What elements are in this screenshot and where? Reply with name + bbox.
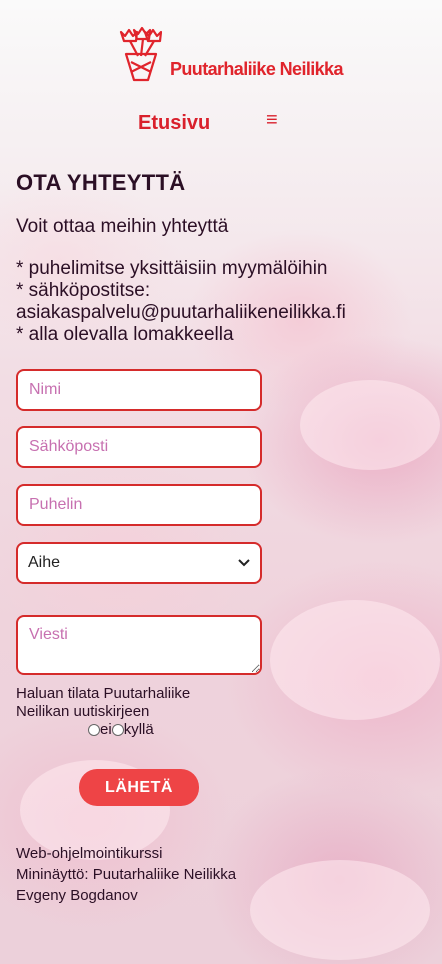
petal-decoration <box>300 380 440 470</box>
contact-way-phone: * puhelimitse yksittäisiin myymälöihin <box>16 258 328 279</box>
petal-decoration <box>270 600 440 720</box>
hamburger-menu-icon[interactable]: ≡ <box>266 110 288 130</box>
submit-button[interactable]: LÄHETÄ <box>79 769 199 806</box>
footer-author: Evgeny Bogdanov <box>16 887 138 904</box>
contact-way-email-address: asiakaspalvelu@puutarhaliikeneilikka.fi <box>16 302 346 323</box>
contact-section: OTA YHTEYTTÄ Voit ottaa meihin yhteyttä … <box>16 170 436 346</box>
footer-course: Web-ohjelmointikurssi <box>16 845 163 862</box>
nav-link-home[interactable]: Etusivu <box>138 112 210 135</box>
contact-way-email-label: * sähköpostitse: <box>16 280 151 301</box>
flower-bouquet-icon <box>119 26 162 82</box>
newsletter-radio-group: ei kyllä <box>88 721 154 738</box>
brand-name[interactable]: Puutarhaliike Neilikka <box>170 59 343 80</box>
site-header: Puutarhaliike Neilikka <box>0 0 442 102</box>
subject-select[interactable]: Aihe <box>16 542 262 584</box>
message-textarea[interactable] <box>16 615 262 675</box>
radio-yes-label: kyllä <box>123 721 154 738</box>
email-input[interactable] <box>16 426 262 468</box>
radio-yes[interactable] <box>111 723 124 736</box>
radio-no-label: ei <box>100 721 112 738</box>
newsletter-label: Haluan tilata Puutarhaliike Neilikan uut… <box>16 685 191 720</box>
footer-project: Mininäyttö: Puutarhaliike Neilikka <box>16 866 237 883</box>
name-input[interactable] <box>16 369 262 411</box>
chevron-down-icon <box>238 559 250 567</box>
petal-decoration <box>250 860 430 960</box>
contact-ways: * puhelimitse yksittäisiin myymälöihin *… <box>16 258 436 346</box>
contact-way-form: * alla olevalla lomakkeella <box>16 324 234 345</box>
radio-no[interactable] <box>88 723 100 736</box>
site-footer: Web-ohjelmointikurssi Mininäyttö: Puutar… <box>16 843 236 906</box>
main-nav: Etusivu ≡ <box>0 110 442 140</box>
phone-input[interactable] <box>16 484 262 526</box>
page-title: OTA YHTEYTTÄ <box>16 170 186 195</box>
page: Puutarhaliike Neilikka Etusivu ≡ OTA YHT… <box>0 0 442 904</box>
subject-selected-value: Aihe <box>28 554 61 571</box>
intro-text: Voit ottaa meihin yhteyttä <box>16 216 229 237</box>
